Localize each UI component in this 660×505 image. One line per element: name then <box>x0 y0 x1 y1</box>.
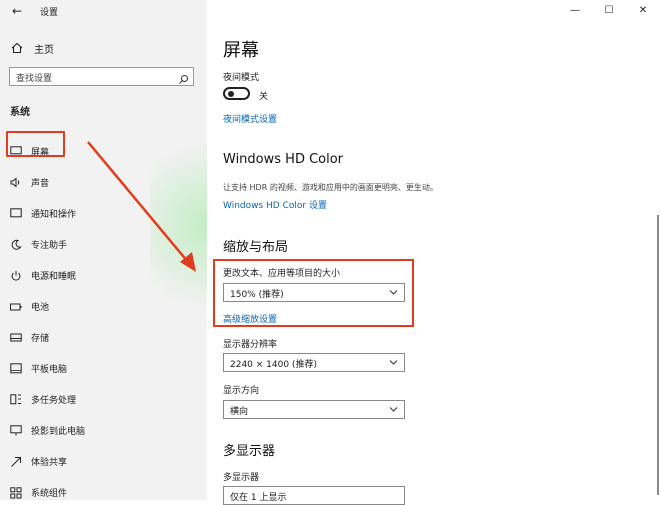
power-icon <box>10 270 22 282</box>
close-button[interactable]: ✕ <box>626 0 660 24</box>
night-mode-label: 夜间模式 <box>223 73 260 83</box>
sidebar-item-label: 电源和睡眠 <box>31 272 77 282</box>
tablet-icon <box>10 363 22 374</box>
orientation-dropdown[interactable]: 横向 <box>223 400 405 419</box>
orientation-dropdown-value: 横向 <box>230 407 249 417</box>
sidebar-item-shared[interactable]: 体验共享 <box>0 446 207 477</box>
sidebar-item-power[interactable]: 电源和睡眠 <box>0 260 207 291</box>
window-controls: — ☐ ✕ <box>558 0 660 24</box>
sidebar-item-storage[interactable]: 存储 <box>0 322 207 353</box>
sidebar-item-label: 系统组件 <box>31 489 68 499</box>
app-title: 设置 <box>40 8 59 18</box>
project-icon <box>10 425 22 436</box>
hdr-settings-link[interactable]: Windows HD Color 设置 <box>223 198 327 211</box>
multi-display-dropdown[interactable]: 仅在 1 上显示 <box>223 486 405 505</box>
night-mode-settings-link[interactable]: 夜间模式设置 <box>223 112 277 125</box>
settings-content: — ☐ ✕ 屏幕 夜间模式 关 夜间模式设置 Windows HD Color … <box>207 0 660 505</box>
resolution-dropdown-value: 2240 × 1400 (推荐) <box>230 360 317 370</box>
search-input[interactable]: 查找设置 <box>9 67 194 86</box>
scale-layout-heading: 缩放与布局 <box>223 240 289 255</box>
share-icon <box>10 456 22 468</box>
home-label: 主页 <box>34 44 54 56</box>
annotation-box-display <box>6 131 65 157</box>
titlebar-left: ← 设置 <box>0 0 207 24</box>
sidebar-item-label: 体验共享 <box>31 458 68 468</box>
moon-icon <box>10 239 22 251</box>
night-mode-state: 关 <box>259 92 269 102</box>
storage-icon <box>10 333 22 343</box>
sidebar-item-label: 通知和操作 <box>31 210 77 220</box>
resolution-label: 显示器分辨率 <box>223 340 278 350</box>
multi-display-label: 多显示器 <box>223 473 260 483</box>
minimize-button[interactable]: — <box>558 0 592 24</box>
back-arrow-icon[interactable]: ← <box>12 4 22 18</box>
multitask-icon <box>10 394 22 405</box>
maximize-button[interactable]: ☐ <box>592 0 626 24</box>
sidebar-item-label: 多任务处理 <box>31 396 77 406</box>
annotation-box-scaling <box>213 259 414 327</box>
sidebar-item-tablet[interactable]: 平板电脑 <box>0 353 207 384</box>
components-icon <box>10 486 22 499</box>
scrollbar[interactable] <box>656 0 660 500</box>
page-title: 屏幕 <box>223 40 259 61</box>
sidebar-item-notifications[interactable]: 通知和操作 <box>0 198 207 229</box>
sidebar-item-battery[interactable]: 电池 <box>0 291 207 322</box>
night-mode-toggle[interactable] <box>223 87 250 100</box>
sidebar-item-label: 投影到此电脑 <box>31 427 86 437</box>
sidebar-item-focus-assist[interactable]: 专注助手 <box>0 229 207 260</box>
section-title-system: 系统 <box>10 107 30 118</box>
battery-icon <box>10 303 22 311</box>
home-nav-item[interactable]: 主页 <box>10 40 54 56</box>
chevron-down-icon <box>389 403 398 418</box>
search-placeholder: 查找设置 <box>16 74 53 84</box>
sidebar-nav-list: 屏幕 声音 通知和操作 专注助手 电源和睡眠 电池 存储 平板电脑 多任务处理 … <box>0 136 207 500</box>
multi-display-heading: 多显示器 <box>223 444 276 459</box>
search-icon[interactable] <box>178 70 189 89</box>
sidebar-item-project[interactable]: 投影到此电脑 <box>0 415 207 446</box>
sidebar-item-label: 平板电脑 <box>31 365 68 375</box>
sidebar-item-label: 存储 <box>31 334 50 344</box>
chevron-down-icon <box>389 356 398 371</box>
sidebar-item-sound[interactable]: 声音 <box>0 167 207 198</box>
sidebar-item-label: 电池 <box>31 303 50 313</box>
scrollbar-thumb[interactable] <box>657 215 659 495</box>
sidebar-item-label: 专注助手 <box>31 241 68 251</box>
orientation-label: 显示方向 <box>223 386 260 396</box>
settings-sidebar: ← 设置 主页 查找设置 系统 屏幕 声音 通知和操作 专注助手 电源和睡眠 电… <box>0 0 207 500</box>
multi-display-dropdown-value: 仅在 1 上显示 <box>230 493 287 503</box>
toggle-knob <box>228 91 234 97</box>
hdr-heading: Windows HD Color <box>223 152 344 167</box>
home-icon <box>10 42 24 54</box>
sidebar-item-multitasking[interactable]: 多任务处理 <box>0 384 207 415</box>
notification-icon <box>10 208 22 219</box>
sidebar-item-label: 声音 <box>31 179 50 189</box>
hdr-description: 让支持 HDR 的视频、游戏和应用中的画面更明亮、更生动。 <box>223 183 438 192</box>
speaker-icon <box>10 177 22 188</box>
resolution-dropdown[interactable]: 2240 × 1400 (推荐) <box>223 353 405 372</box>
sidebar-item-components[interactable]: 系统组件 <box>0 477 207 500</box>
